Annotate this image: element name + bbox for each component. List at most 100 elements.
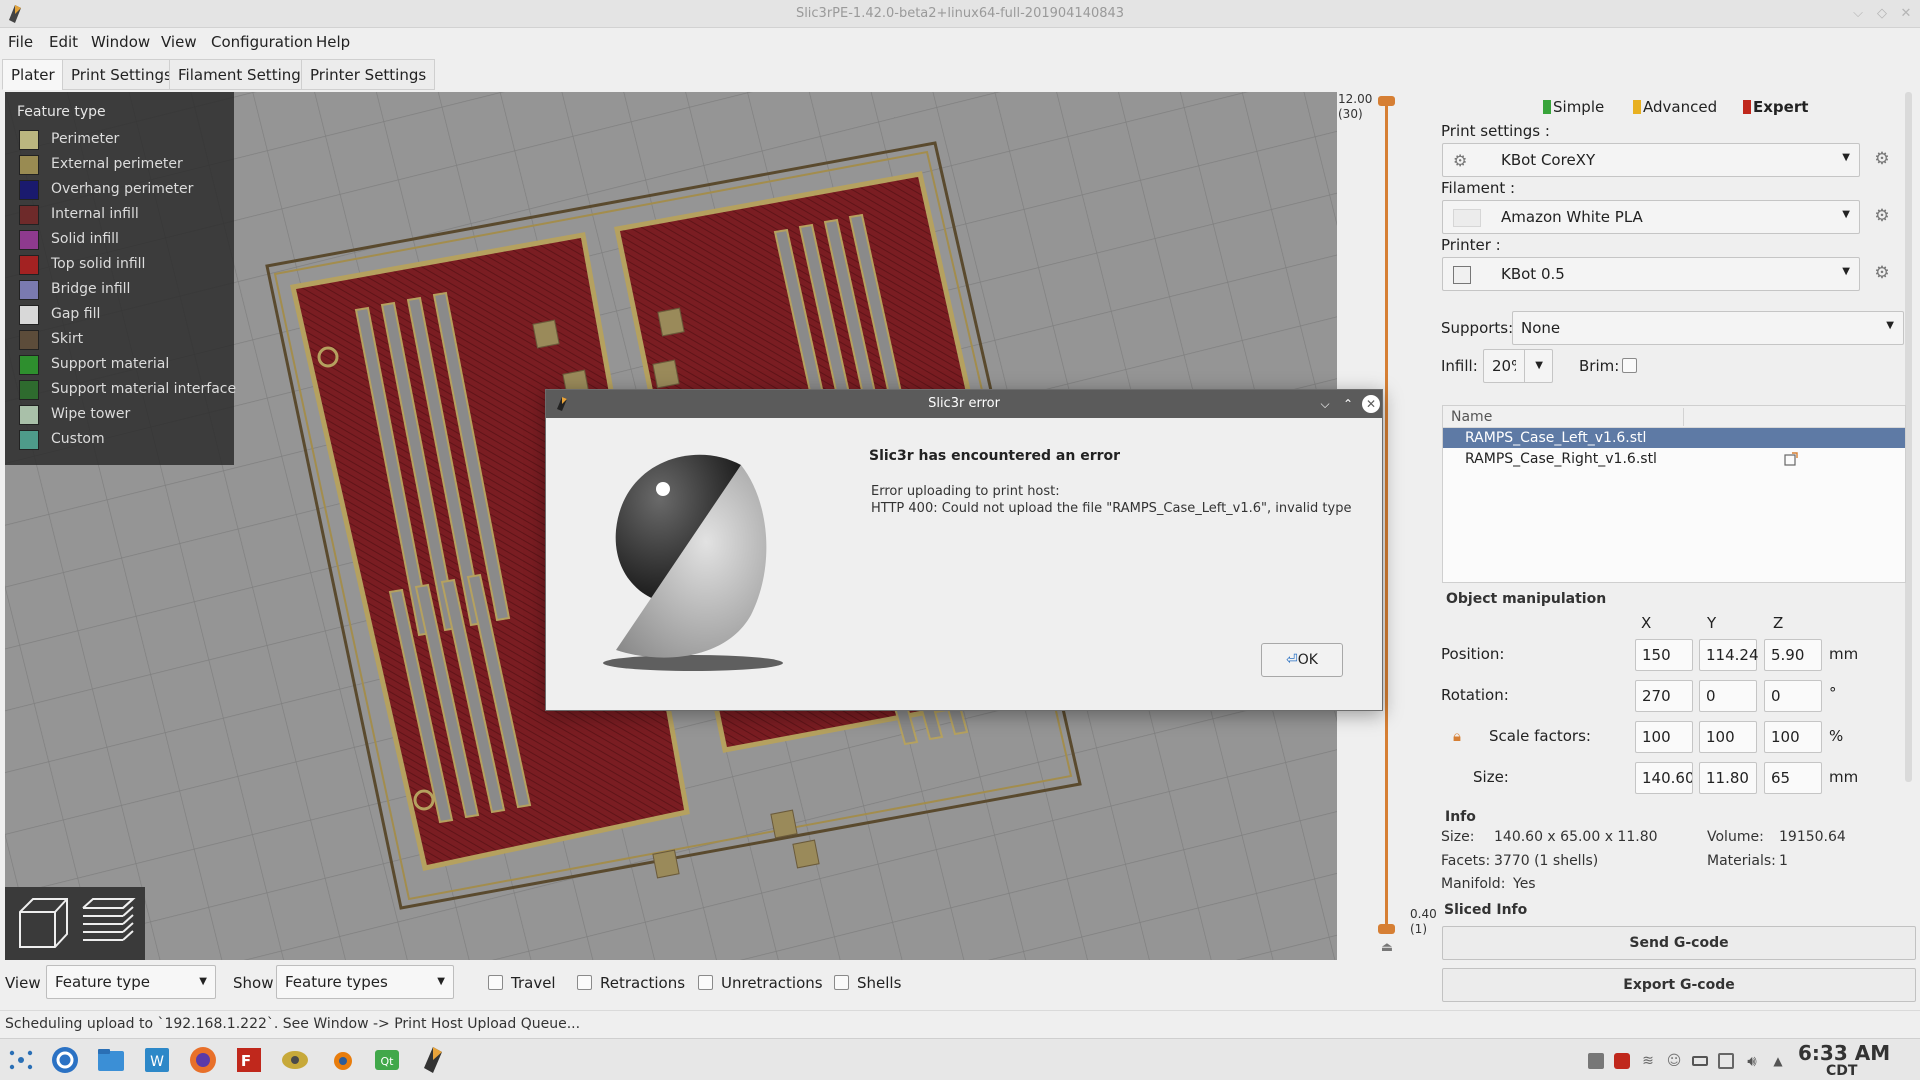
ok-button[interactable]: ⏎OK — [1261, 643, 1343, 677]
scale-x-input[interactable]: 100 — [1635, 721, 1693, 753]
window-titlebar: Slic3rPE-1.42.0-beta2+linux64-full-20190… — [0, 0, 1920, 28]
filament-edit-icon[interactable]: ⚙ — [1873, 207, 1891, 225]
clock-time[interactable]: 6:33 AM — [1798, 1041, 1890, 1065]
side-panel-scrollbar[interactable] — [1905, 92, 1912, 782]
travel-checkbox[interactable]: Travel — [488, 974, 556, 992]
layer-slider-track[interactable] — [1385, 100, 1388, 930]
print-settings-label: Print settings : — [1441, 122, 1550, 140]
clipboard-icon[interactable] — [1718, 1053, 1734, 1069]
wifi-icon[interactable]: ≋ — [1640, 1053, 1656, 1069]
show-feature-types-select[interactable]: Feature types ▼ — [276, 965, 454, 999]
layer-slider-lock-icon[interactable]: ⏏ — [1379, 940, 1395, 956]
tab-plater[interactable]: Plater — [2, 59, 64, 90]
cog-icon: ⚙ — [1453, 151, 1468, 170]
close-icon[interactable]: ✕ — [1897, 5, 1915, 23]
rotation-y-input[interactable]: 0 — [1699, 680, 1757, 712]
qt-creator-icon[interactable]: Qt — [372, 1045, 402, 1075]
checkbox-box[interactable] — [834, 975, 849, 990]
send-gcode-button[interactable]: Send G-code — [1442, 926, 1916, 960]
shells-checkbox[interactable]: Shells — [834, 974, 901, 992]
menu-edit[interactable]: Edit — [49, 33, 78, 51]
menu-configuration[interactable]: Configuration — [211, 33, 313, 51]
minimize-icon[interactable]: ⌵ — [1849, 5, 1867, 23]
layer-slider-upper-thumb[interactable] — [1378, 96, 1395, 106]
mode-expert[interactable]: Expert — [1743, 98, 1808, 116]
legend-label: Solid infill — [51, 231, 119, 247]
layer-top-value: 12.00 — [1338, 92, 1373, 106]
filament-select[interactable]: Amazon White PLA ▼ — [1442, 200, 1860, 234]
legend-title: Feature type — [17, 104, 106, 120]
app-tray-icon[interactable] — [1614, 1053, 1630, 1069]
maximize-icon[interactable]: ◇ — [1873, 5, 1891, 23]
print-settings-edit-icon[interactable]: ⚙ — [1873, 150, 1891, 168]
printer-select[interactable]: KBot 0.5 ▼ — [1442, 257, 1860, 291]
battery-icon[interactable] — [1692, 1056, 1708, 1066]
dialog-close-icon[interactable]: ✕ — [1362, 395, 1380, 413]
rotation-x-input[interactable]: 270 — [1635, 680, 1693, 712]
user-icon[interactable]: ☺ — [1666, 1053, 1682, 1069]
size-y-input[interactable]: 11.80 — [1699, 762, 1757, 794]
object-row-right-case[interactable]: RAMPS_Case_Right_v1.6.stl — [1443, 449, 1905, 469]
3d-view-icon[interactable] — [15, 894, 73, 952]
unretractions-checkbox[interactable]: Unretractions — [698, 974, 823, 992]
position-x-input[interactable]: 150 — [1635, 639, 1693, 671]
blender-icon[interactable] — [326, 1045, 356, 1075]
retractions-checkbox[interactable]: Retractions — [577, 974, 685, 992]
print-settings-select[interactable]: ⚙ KBot CoreXY ▼ — [1442, 143, 1860, 177]
freecad-icon[interactable]: F — [234, 1045, 264, 1075]
name-column-header[interactable]: Name — [1451, 409, 1492, 425]
text-editor-icon[interactable]: W — [142, 1045, 172, 1075]
printer-edit-icon[interactable]: ⚙ — [1873, 264, 1891, 282]
file-manager-icon[interactable] — [96, 1045, 126, 1075]
checkbox-box[interactable] — [488, 975, 503, 990]
dialog-minimize-icon[interactable]: ⌵ — [1316, 395, 1334, 413]
dialog-titlebar: Slic3r error ⌵ ⌃ ✕ — [546, 390, 1382, 418]
layer-slider-lower-thumb[interactable] — [1378, 924, 1395, 934]
tab-printer-settings[interactable]: Printer Settings — [301, 59, 436, 90]
export-gcode-button[interactable]: Export G-code — [1442, 968, 1916, 1002]
volume-icon[interactable]: 🔊︎ — [1744, 1053, 1760, 1069]
position-y-input[interactable]: 114.24 — [1699, 639, 1759, 671]
size-x-input[interactable]: 140.60 — [1635, 762, 1693, 794]
dialog-message-line1: Error uploading to print host: — [871, 484, 1060, 499]
scale-y-input[interactable]: 100 — [1699, 721, 1757, 753]
scale-z-input[interactable]: 100 — [1764, 721, 1822, 753]
rotation-z-input[interactable]: 0 — [1764, 680, 1822, 712]
brim-checkbox[interactable] — [1622, 358, 1637, 373]
mode-simple[interactable]: Simple — [1543, 98, 1604, 116]
supports-select[interactable]: None ▼ — [1512, 311, 1904, 345]
lock-icon[interactable]: 🔒︎ — [1453, 728, 1469, 744]
tray-expand-icon[interactable]: ▲ — [1770, 1053, 1786, 1069]
menu-help[interactable]: Help — [316, 33, 350, 51]
brim-label: Brim: — [1579, 357, 1620, 375]
object-list: Name RAMPS_Case_Left_v1.6.stl RAMPS_Case… — [1442, 405, 1906, 583]
legend-swatch — [19, 380, 39, 400]
fedora-hub-icon[interactable] — [50, 1045, 80, 1075]
size-z-input[interactable]: 65 — [1764, 762, 1822, 794]
advanced-mode-icon — [1633, 100, 1641, 114]
menu-view[interactable]: View — [161, 33, 197, 51]
firefox-icon[interactable] — [188, 1045, 218, 1075]
position-unit: mm — [1829, 645, 1859, 663]
checkbox-box[interactable] — [577, 975, 592, 990]
view-type-select[interactable]: Feature type ▼ — [46, 965, 216, 999]
position-z-input[interactable]: 5.90 — [1764, 639, 1822, 671]
dialog-maximize-icon[interactable]: ⌃ — [1339, 395, 1357, 413]
slic3r-dialog-icon — [557, 397, 567, 411]
preview-layers-icon[interactable] — [79, 894, 137, 952]
menu-file[interactable]: File — [8, 33, 33, 51]
mode-advanced[interactable]: Advanced — [1633, 98, 1717, 116]
tab-print-settings[interactable]: Print Settings — [62, 59, 181, 90]
tab-filament-settings[interactable]: Filament Settings — [169, 59, 318, 90]
menu-window[interactable]: Window — [91, 33, 150, 51]
application-launcher-icon[interactable] — [6, 1045, 36, 1075]
cura-icon[interactable] — [280, 1045, 310, 1075]
keyboard-icon[interactable] — [1588, 1053, 1604, 1069]
object-row-left-case[interactable]: RAMPS_Case_Left_v1.6.stl — [1443, 428, 1905, 448]
object-settings-icon[interactable] — [1783, 451, 1799, 467]
checkbox-box[interactable] — [698, 975, 713, 990]
rotation-label: Rotation: — [1441, 686, 1509, 704]
legend-label: External perimeter — [51, 156, 183, 172]
infill-select[interactable]: 20% ▼ — [1483, 349, 1553, 383]
slic3r-taskbar-icon[interactable] — [418, 1045, 448, 1075]
